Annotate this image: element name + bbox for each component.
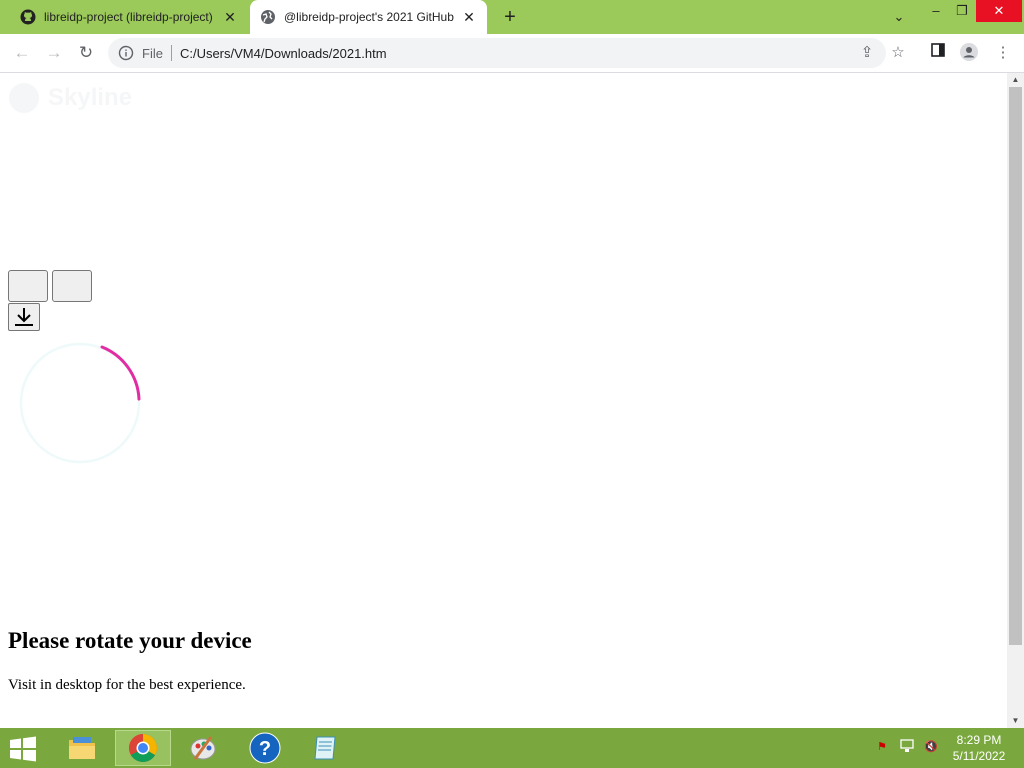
action-center-flag-icon[interactable]: ⚑	[873, 738, 891, 756]
close-tab-icon[interactable]: ✕	[461, 9, 477, 25]
new-tab-icon[interactable]: +	[500, 7, 520, 27]
close-tab-icon[interactable]: ✕	[222, 9, 238, 25]
windows-start-icon[interactable]	[8, 735, 38, 763]
tab-title: @libreidp-project's 2021 GitHub	[284, 10, 454, 24]
svg-text:?: ?	[259, 738, 271, 760]
logo-text: Skyline	[48, 84, 133, 111]
address-separator	[170, 45, 172, 61]
share-icon[interactable]: ⇪	[856, 42, 878, 64]
back-icon[interactable]: ←	[10, 41, 34, 65]
volume-muted-icon[interactable]: 🔇	[922, 738, 940, 756]
tab-search-icon[interactable]: ⌄	[888, 6, 910, 28]
profile-avatar-icon[interactable]	[958, 42, 980, 64]
network-icon[interactable]	[898, 738, 916, 756]
notepad-icon	[314, 736, 336, 760]
rotate-device-subtext: Visit in desktop for the best experience…	[8, 677, 246, 693]
taskbar-help[interactable]: ?	[237, 730, 293, 766]
clock-time: 8:29 PM	[956, 733, 1002, 747]
taskbar-file-explorer[interactable]	[54, 730, 110, 766]
url-text[interactable]: C:/Users/VM4/Downloads/2021.htm	[180, 46, 387, 61]
page-viewport: Skyline Please rotate your device Visit …	[0, 73, 1007, 728]
tab-github-2021[interactable]: @libreidp-project's 2021 GitHub ✕	[250, 0, 487, 34]
folder-icon	[69, 737, 95, 759]
scroll-thumb[interactable]	[1009, 87, 1022, 645]
loading-spinner	[19, 342, 141, 464]
scroll-down-arrow-icon[interactable]: ▼	[1007, 714, 1024, 728]
side-panel-icon[interactable]	[927, 42, 949, 64]
download-button[interactable]	[8, 303, 40, 331]
restore-icon[interactable]: ❐	[950, 0, 974, 22]
paint-icon	[190, 736, 216, 760]
globe-icon	[261, 10, 275, 24]
reload-icon[interactable]: ↻	[74, 41, 98, 65]
info-icon[interactable]	[118, 45, 134, 61]
menu-kebab-icon[interactable]: ⋮	[992, 42, 1014, 64]
taskbar-paint[interactable]	[176, 730, 232, 766]
scheme-label: File	[142, 45, 163, 61]
address-bar[interactable]: File C:/Users/VM4/Downloads/2021.htm	[108, 38, 886, 68]
blank-button-2[interactable]	[52, 270, 92, 302]
tab-title: libreidp-project (libreidp-project)	[44, 10, 213, 24]
help-icon: ?	[249, 732, 281, 764]
rotate-device-heading: Please rotate your device	[8, 628, 252, 653]
vertical-scrollbar[interactable]: ▲ ▼	[1007, 73, 1024, 728]
system-clock[interactable]: 8:29 PM 5/11/2022	[940, 732, 1018, 764]
scroll-up-arrow-icon[interactable]: ▲	[1007, 73, 1024, 87]
taskbar-notepad[interactable]	[298, 730, 354, 766]
download-icon	[15, 308, 33, 326]
close-window-icon[interactable]: ✕	[976, 0, 1022, 22]
github-icon	[20, 9, 36, 25]
site-logo: Skyline	[8, 82, 132, 114]
clock-date: 5/11/2022	[952, 749, 1006, 763]
forward-icon[interactable]: →	[42, 41, 66, 65]
blank-button-1[interactable]	[8, 270, 48, 302]
browser-toolbar: ← → ↻ File C:/Users/VM4/Downloads/2021.h…	[0, 34, 1024, 73]
bookmark-star-icon[interactable]: ☆	[887, 42, 909, 64]
tab-libreidp-project[interactable]: libreidp-project (libreidp-project) ✕	[8, 0, 248, 34]
taskbar-chrome[interactable]	[115, 730, 171, 766]
windows-taskbar: ? ⚑ 🔇 8:29 PM 5/11/2022	[0, 728, 1024, 768]
chrome-icon	[129, 734, 157, 762]
github-logo-icon	[9, 83, 39, 113]
minimize-icon[interactable]: –	[924, 0, 948, 22]
tab-strip: libreidp-project (libreidp-project) ✕ @l…	[0, 0, 1024, 34]
